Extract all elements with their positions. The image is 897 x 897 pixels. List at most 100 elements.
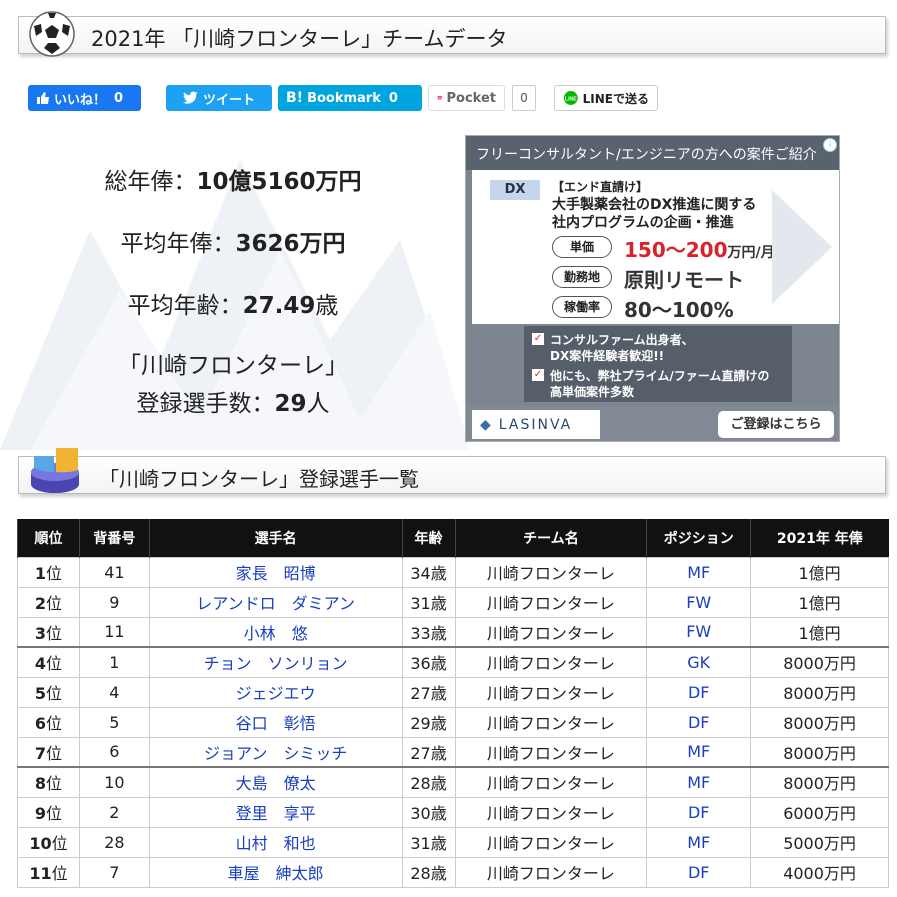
table-row: 11位 7 車屋 紳太郎 28歳 川崎フロンターレ DF 4000万円 <box>17 856 889 888</box>
table-row: 3位 11 小林 悠 33歳 川崎フロンターレ FW 1億円 <box>17 616 889 648</box>
svg-text:LINE: LINE <box>565 97 577 103</box>
rank-cell: 1位 <box>17 556 80 588</box>
facebook-like-button[interactable]: いいね！ 0 <box>28 85 141 111</box>
rank-cell: 6位 <box>17 706 80 738</box>
table-row: 8位 10 大島 僚太 28歳 川崎フロンターレ MF 8000万円 <box>17 766 889 798</box>
position-link[interactable]: DF <box>646 856 752 888</box>
salary-cell: 4000万円 <box>750 856 889 888</box>
col-position[interactable]: ポジション <box>646 519 751 557</box>
line-icon: LINE <box>563 91 578 105</box>
salary-cell: 6000万円 <box>750 796 889 828</box>
hatena-bookmark-label: Bookmark <box>307 90 381 106</box>
rank-number: 2 <box>34 594 47 613</box>
player-name-link[interactable]: ジョアン シミッチ <box>148 736 403 768</box>
rank-suffix: 位 <box>46 623 63 643</box>
line-share-button[interactable]: LINE LINEで送る <box>554 85 658 111</box>
player-name-link[interactable]: 車屋 紳太郎 <box>148 856 403 888</box>
age-cell: 31歳 <box>401 586 456 618</box>
position-link[interactable]: MF <box>646 736 752 768</box>
advertisement-banner[interactable]: フリーコンサルタント/エンジニアの方への案件ご紹介 i DX 【エンド直請け】 … <box>465 135 840 442</box>
average-salary-line: 平均年俸：3626万円 <box>18 224 448 258</box>
rank-suffix: 位 <box>46 654 63 674</box>
rank-suffix: 位 <box>46 564 63 583</box>
registered-players-label: 登録選手数： <box>136 391 275 417</box>
col-team[interactable]: チーム名 <box>454 519 647 557</box>
twitter-bird-icon <box>182 91 198 104</box>
age-cell: 34歳 <box>401 556 456 588</box>
pocket-label: Pocket <box>446 90 497 106</box>
player-name-link[interactable]: チョン ソンリョン <box>148 646 403 678</box>
number-cell: 2 <box>78 796 150 828</box>
team-cell: 川崎フロンターレ <box>454 616 648 648</box>
team-cell: 川崎フロンターレ <box>454 826 648 858</box>
average-age-unit: 歳 <box>315 293 339 319</box>
salary-cell: 8000万円 <box>750 736 889 768</box>
hatena-bookmark-button[interactable]: B! Bookmark 0 <box>278 85 422 111</box>
ad-info-icon[interactable]: i <box>823 138 837 152</box>
number-cell: 4 <box>78 676 150 708</box>
col-salary[interactable]: 2021年 年俸 <box>750 519 889 557</box>
player-name-link[interactable]: 登里 享平 <box>148 796 403 828</box>
salary-cell: 1億円 <box>750 586 889 618</box>
position-link[interactable]: FW <box>646 616 752 648</box>
ad-register-button[interactable]: ご登録はこちら <box>718 411 834 438</box>
rank-cell: 8位 <box>17 766 80 798</box>
player-name-link[interactable]: 大島 僚太 <box>148 766 403 798</box>
twitter-tweet-button[interactable]: ツイート <box>166 85 272 111</box>
number-cell: 28 <box>78 826 150 858</box>
col-rank[interactable]: 順位 <box>17 519 80 557</box>
position-link[interactable]: MF <box>646 826 752 858</box>
ad-price-unit: 万円/月 <box>727 245 775 261</box>
facebook-like-count: 0 <box>114 90 124 106</box>
player-name-link[interactable]: 山村 和也 <box>148 826 403 858</box>
position-link[interactable]: FW <box>646 586 752 618</box>
ad-logo-mark-icon: ◆ <box>480 416 493 433</box>
average-age-value: 27.49 <box>242 293 316 319</box>
col-number[interactable]: 背番号 <box>78 519 150 557</box>
line-share-label: LINEで送る <box>582 91 649 106</box>
player-name-link[interactable]: 小林 悠 <box>148 616 403 648</box>
position-link[interactable]: GK <box>646 646 752 678</box>
table-row: 1位 41 家長 昭博 34歳 川崎フロンターレ MF 1億円 <box>17 556 889 588</box>
ad-checklist: コンサルファーム出身者、 DX案件経験者歓迎!! 他にも、弊社プライム/ファーム直… <box>524 326 792 402</box>
salary-cell: 8000万円 <box>750 766 889 798</box>
age-cell: 36歳 <box>401 646 456 678</box>
rank-number: 8 <box>34 774 47 794</box>
pocket-button[interactable]: Pocket <box>428 85 505 111</box>
position-link[interactable]: DF <box>646 706 752 738</box>
team-cell: 川崎フロンターレ <box>454 556 648 588</box>
hatena-bookmark-count: 0 <box>388 90 398 106</box>
registered-players-unit: 人 <box>306 391 330 417</box>
pocket-icon <box>437 95 442 100</box>
rank-cell: 11位 <box>17 856 80 888</box>
position-link[interactable]: MF <box>646 556 752 588</box>
number-cell: 5 <box>78 706 150 738</box>
ad-arrow-graphic <box>772 170 839 324</box>
number-cell: 9 <box>78 586 150 618</box>
team-name-line: 「川崎フロンターレ」 <box>118 353 348 379</box>
team-cell: 川崎フロンターレ <box>454 646 648 678</box>
position-link[interactable]: MF <box>646 766 752 798</box>
rank-number: 11 <box>29 864 52 883</box>
average-age-label: 平均年齢： <box>127 293 243 319</box>
player-name-link[interactable]: 谷口 彰悟 <box>148 706 403 738</box>
rank-suffix: 位 <box>46 594 63 613</box>
position-link[interactable]: DF <box>646 676 752 708</box>
soccer-ball-icon <box>29 11 75 57</box>
col-player-name[interactable]: 選手名 <box>148 519 403 557</box>
age-cell: 27歳 <box>401 736 456 768</box>
rank-suffix: 位 <box>51 864 68 883</box>
ad-location-value: 原則リモート <box>624 268 744 292</box>
player-name-link[interactable]: ジェジエウ <box>148 676 403 708</box>
player-list-title: 「川崎フロンターレ」登録選手一覧 <box>99 467 419 491</box>
ad-logo: ◆ LASINVA <box>472 410 600 439</box>
team-cell: 川崎フロンターレ <box>454 766 648 798</box>
rank-cell: 9位 <box>17 796 80 828</box>
col-age[interactable]: 年齢 <box>401 519 455 557</box>
player-name-link[interactable]: レアンドロ ダミアン <box>148 586 403 618</box>
number-cell: 7 <box>78 856 150 888</box>
rank-number: 7 <box>34 743 47 763</box>
player-name-link[interactable]: 家長 昭博 <box>148 556 403 588</box>
position-link[interactable]: DF <box>646 796 752 828</box>
rank-suffix: 位 <box>46 774 63 794</box>
